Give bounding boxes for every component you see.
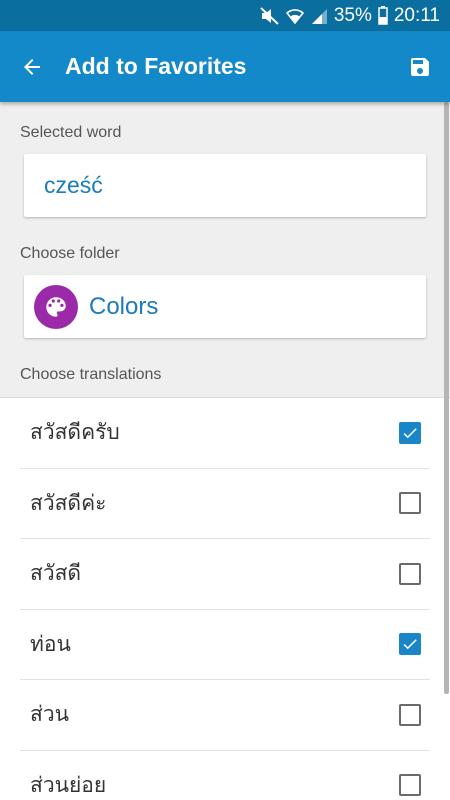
folder-name: Colors <box>89 292 159 320</box>
translation-text: สวัสดีครับ <box>30 420 120 445</box>
check-icon <box>403 427 417 438</box>
translation-text: ส่วนย่อย <box>30 772 107 797</box>
translation-row[interactable]: สวัสดีครับ <box>20 398 430 469</box>
save-icon <box>411 57 429 76</box>
checkbox-checked[interactable] <box>399 633 421 656</box>
battery-icon <box>378 6 388 25</box>
clock: 20:11 <box>393 4 440 26</box>
selected-word-value: cześć <box>44 172 103 198</box>
signal-icon <box>310 7 328 25</box>
translation-text: ท่อน <box>30 631 71 656</box>
check-icon <box>403 639 417 650</box>
battery-text: 35% <box>333 4 372 26</box>
translation-text: สวัสดีค่ะ <box>30 490 107 515</box>
content: Selected word cześć Choose folder Colors… <box>0 102 450 800</box>
status-bar: 35% 20:11 <box>0 0 450 31</box>
scrollbar[interactable] <box>444 102 449 694</box>
save-button[interactable] <box>390 31 450 102</box>
choose-translations-label: Choose translations <box>20 366 162 383</box>
checkbox-unchecked[interactable] <box>399 562 421 585</box>
palette-icon <box>34 284 78 329</box>
choose-folder-label: Choose folder <box>20 245 120 262</box>
selected-word-card: cześć <box>24 154 426 217</box>
app-bar: Add to Favorites <box>0 31 450 102</box>
mute-icon <box>260 6 280 25</box>
translation-row[interactable]: ส่วน <box>20 680 430 751</box>
back-button[interactable] <box>0 31 64 102</box>
translation-row[interactable]: สวัสดีค่ะ <box>20 469 430 539</box>
translation-row[interactable]: ส่วนย่อย <box>20 751 430 800</box>
translation-text: สวัสดี <box>30 561 82 586</box>
translation-text: ส่วน <box>30 702 69 727</box>
checkbox-unchecked[interactable] <box>399 492 421 515</box>
checkbox-unchecked[interactable] <box>399 703 421 726</box>
translation-row[interactable]: สวัสดี <box>20 539 430 610</box>
arrow-left-icon <box>24 58 40 75</box>
checkbox-unchecked[interactable] <box>399 774 421 797</box>
checkbox-checked[interactable] <box>399 421 421 444</box>
selected-word-label: Selected word <box>20 124 122 141</box>
page-title: Add to Favorites <box>65 53 247 79</box>
translation-row[interactable]: ท่อน <box>20 610 430 680</box>
wifi-icon <box>285 7 304 25</box>
folder-selector[interactable]: Colors <box>24 275 426 338</box>
translations-list: สวัสดีครับ สวัสดีค่ะ สวัสดี ท่อน ส่วน ส่… <box>0 397 450 800</box>
